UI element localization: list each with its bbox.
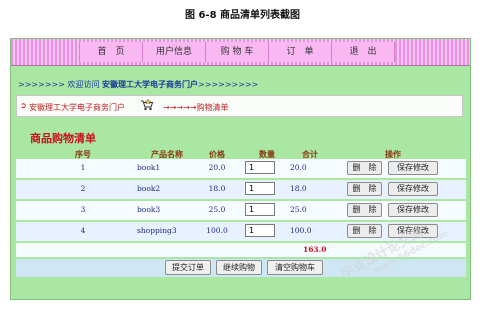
cell-no: 3	[80, 205, 86, 214]
nav-logout[interactable]: 退 出	[331, 42, 395, 62]
cell-subtotal: 20.0	[290, 163, 307, 172]
cell-price: 20.0	[208, 163, 226, 172]
quantity-input[interactable]: 1	[245, 182, 275, 195]
cell-subtotal: 25.0	[290, 205, 307, 214]
cell-no: 2	[80, 184, 86, 193]
breadcrumb: ➲ 安徽理工大学电子商务门户 →→→→→购物清单	[16, 95, 463, 117]
save-changes-button[interactable]: 保存修改	[388, 182, 438, 196]
continue-shopping-button[interactable]: 继续购物	[216, 260, 262, 275]
breadcrumb-home-link[interactable]: 安徽理工大学电子商务门户	[29, 102, 125, 113]
cell-price: 18.0	[208, 184, 226, 193]
delete-button[interactable]: 删 除	[347, 161, 382, 175]
welcome-banner: >>>>>>> 欢迎访问 安徽理工大学电子商务门户>>>>>>>>>	[18, 79, 258, 90]
nav-user-info[interactable]: 用户信息	[142, 42, 206, 62]
cart-icon	[141, 98, 154, 111]
cell-price: 25.0	[208, 205, 226, 214]
nav-cart[interactable]: 购 物 车	[205, 42, 269, 62]
cell-subtotal: 18.0	[290, 184, 307, 193]
cell-name[interactable]: book1	[137, 163, 177, 172]
cell-price: 100.0	[206, 226, 228, 235]
table-row: 1 book1 20.0 1 20.0 删 除 保存修改	[16, 159, 466, 178]
figure-caption: 图 6-8 商品清单列表截图	[184, 10, 301, 21]
table-row: 3 book3 25.0 1 25.0 删 除 保存修改	[16, 201, 466, 220]
cart-total: 163.0	[303, 245, 327, 254]
nav-home[interactable]: 首 页	[79, 42, 143, 62]
cell-subtotal: 100.0	[290, 226, 312, 235]
quantity-input[interactable]: 1	[245, 161, 275, 174]
delete-button[interactable]: 删 除	[347, 182, 382, 196]
welcome-suffix: >>>>>>>>>	[198, 80, 259, 89]
table-row: 2 book2 18.0 1 18.0 删 除 保存修改	[16, 180, 466, 199]
delete-button[interactable]: 删 除	[347, 203, 382, 217]
cell-name[interactable]: book2	[137, 184, 177, 193]
welcome-prefix: >>>>>>> 欢迎访问	[18, 80, 100, 89]
bullet-arrow-icon: ➲	[20, 101, 27, 110]
clear-cart-button[interactable]: 清空购物车	[267, 260, 323, 275]
cell-name[interactable]: book3	[137, 205, 177, 214]
cart-title: 商品购物清单	[30, 132, 96, 145]
delete-button[interactable]: 删 除	[347, 224, 382, 238]
nav-orders[interactable]: 订 单	[268, 42, 332, 62]
welcome-site-name: 安徽理工大学电子商务门户	[102, 80, 199, 89]
save-changes-button[interactable]: 保存修改	[388, 161, 438, 175]
cell-name[interactable]: shopping3	[137, 226, 187, 235]
top-navbar: 首 页 用户信息 购 物 车 订 单 退 出	[11, 39, 470, 66]
cell-no: 1	[80, 163, 86, 172]
submit-order-button[interactable]: 提交订单	[165, 260, 211, 275]
breadcrumb-current: →→→→→购物清单	[163, 103, 229, 112]
cell-no: 4	[80, 226, 86, 235]
quantity-input[interactable]: 1	[245, 224, 275, 237]
quantity-input[interactable]: 1	[245, 203, 275, 216]
